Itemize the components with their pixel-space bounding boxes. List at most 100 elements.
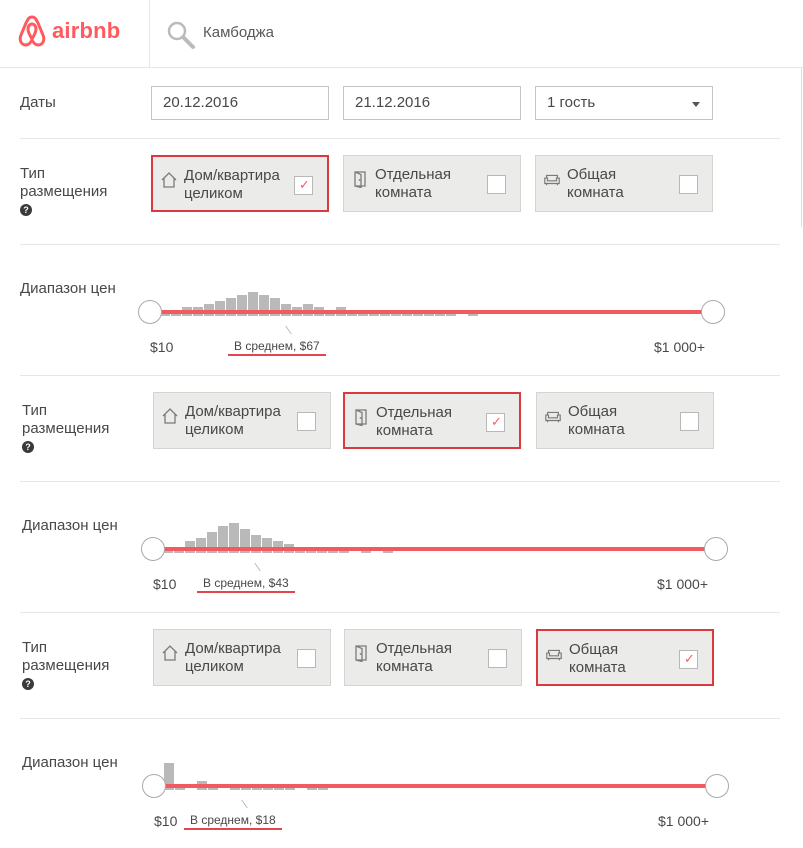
option-entire-place[interactable]: Дом/квартира целиком (153, 629, 331, 686)
home-icon (161, 644, 179, 662)
option-checkbox[interactable] (487, 175, 506, 194)
option-label-line2: комната (375, 184, 432, 201)
room-type-label-line2: размещения (22, 657, 110, 674)
average-price-pointer (285, 325, 292, 335)
home-icon (161, 407, 179, 425)
option-label: Отдельная комната (376, 404, 452, 440)
option-label-line1: Общая (568, 403, 618, 420)
divider (20, 375, 780, 376)
option-label-line2: целиком (184, 185, 243, 202)
option-label: Отдельная комната (376, 640, 452, 676)
search-icon (166, 20, 196, 55)
option-private-room[interactable]: Отдельная комната (344, 629, 522, 686)
option-label: Отдельная комната (375, 166, 451, 202)
option-private-room[interactable]: Отдельная комната (343, 155, 521, 212)
option-private-room[interactable]: Отдельная комната (343, 392, 521, 449)
option-label-line1: Отдельная (376, 640, 452, 657)
sofa-icon (544, 407, 562, 425)
option-label: Общая комната (567, 166, 624, 202)
option-label: Общая комната (568, 403, 625, 439)
option-checkbox[interactable] (294, 176, 313, 195)
room-type-label-line2: размещения (22, 420, 110, 437)
price-slider-track[interactable] (153, 547, 706, 551)
option-entire-place[interactable]: Дом/квартира целиком (153, 392, 331, 449)
option-label-line1: Дом/квартира (184, 167, 280, 184)
price-max-value: $1 000+ (658, 813, 709, 829)
average-price: В среднем, $43 (197, 576, 295, 593)
option-label: Дом/квартира целиком (184, 167, 280, 203)
help-icon[interactable]: ? (22, 441, 34, 453)
price-max-handle[interactable] (704, 537, 728, 561)
airbnb-logo[interactable]: airbnb (18, 14, 120, 48)
average-price-pointer (241, 799, 248, 809)
chevron-down-icon (692, 102, 700, 107)
option-label-line2: комната (568, 421, 625, 438)
price-min-handle[interactable] (141, 537, 165, 561)
option-checkbox[interactable] (679, 175, 698, 194)
option-checkbox[interactable] (297, 649, 316, 668)
option-label-line2: целиком (185, 658, 244, 675)
option-label-line1: Дом/квартира (185, 403, 281, 420)
option-checkbox[interactable] (680, 412, 699, 431)
sofa-icon (543, 170, 561, 188)
door-icon (352, 644, 370, 662)
checkin-input[interactable]: 20.12.2016 (151, 86, 329, 120)
average-price: В среднем, $67 (228, 339, 326, 356)
option-shared-room[interactable]: Общая комната (536, 392, 714, 449)
option-label-line1: Общая (567, 166, 617, 183)
guests-select[interactable]: 1 гость (535, 86, 713, 120)
room-type-label-line1: Тип (22, 402, 48, 419)
option-label-line2: целиком (185, 421, 244, 438)
option-checkbox[interactable] (486, 413, 505, 432)
option-checkbox[interactable] (488, 649, 507, 668)
option-label: Дом/квартира целиком (185, 403, 281, 439)
brand-name: airbnb (52, 18, 121, 43)
divider (20, 138, 780, 139)
price-max-handle[interactable] (705, 774, 729, 798)
option-label-line1: Отдельная (376, 404, 452, 421)
option-label-line2: комната (376, 658, 433, 675)
search-location[interactable]: Камбоджа (203, 24, 274, 41)
airbnb-logo-icon (18, 15, 46, 47)
divider (20, 481, 780, 482)
option-label-line2: комната (376, 422, 433, 439)
price-min-value: $10 (150, 339, 174, 355)
checkout-input[interactable]: 21.12.2016 (343, 86, 521, 120)
option-label: Дом/квартира целиком (185, 640, 281, 676)
home-icon (160, 171, 178, 189)
header (0, 0, 803, 68)
option-shared-room[interactable]: Общая комната (536, 629, 714, 686)
price-range-label: Диапазон цен (22, 754, 118, 771)
price-slider-track[interactable] (150, 310, 703, 314)
room-type-label: Тип размещения (22, 402, 109, 438)
price-min-handle[interactable] (138, 300, 162, 324)
option-label-line1: Отдельная (375, 166, 451, 183)
price-min-handle[interactable] (142, 774, 166, 798)
door-icon (352, 408, 370, 426)
room-type-label-line1: Тип (20, 165, 46, 182)
price-min-value: $10 (153, 576, 177, 592)
option-checkbox[interactable] (679, 650, 698, 669)
price-min-value: $10 (154, 813, 178, 829)
option-label-line1: Дом/квартира (185, 640, 281, 657)
help-icon[interactable]: ? (20, 204, 32, 216)
divider (20, 718, 780, 719)
option-checkbox[interactable] (297, 412, 316, 431)
help-icon[interactable]: ? (22, 678, 34, 690)
header-divider (149, 0, 150, 67)
price-range-label: Диапазон цен (22, 517, 118, 534)
divider (20, 244, 780, 245)
option-label-line1: Общая (569, 641, 619, 658)
divider (20, 612, 780, 613)
price-max-handle[interactable] (701, 300, 725, 324)
average-price-pointer (254, 562, 261, 572)
price-range-label: Диапазон цен (20, 280, 116, 297)
scroll-edge (801, 67, 802, 227)
option-entire-place[interactable]: Дом/квартира целиком (151, 155, 329, 212)
sofa-icon (545, 645, 563, 663)
option-shared-room[interactable]: Общая комната (535, 155, 713, 212)
option-label: Общая комната (569, 641, 626, 677)
price-slider-track[interactable] (154, 784, 707, 788)
price-max-value: $1 000+ (654, 339, 705, 355)
guests-value: 1 гость (547, 94, 596, 111)
